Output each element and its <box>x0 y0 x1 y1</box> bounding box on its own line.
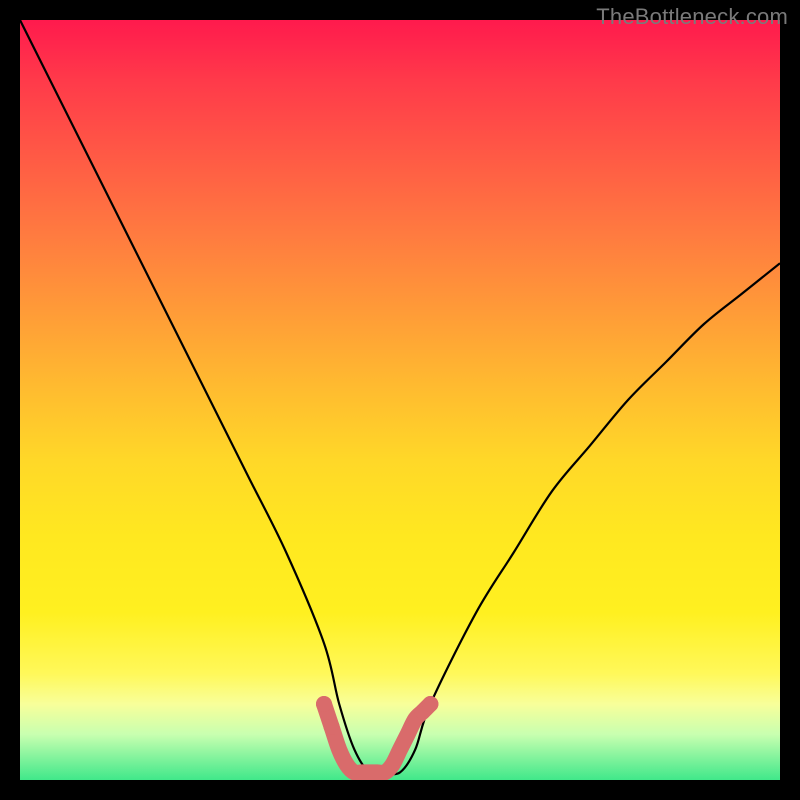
emphasis-dot <box>316 696 332 712</box>
watermark-text: TheBottleneck.com <box>596 4 788 30</box>
chart-frame: TheBottleneck.com <box>0 0 800 800</box>
bottleneck-curve-path <box>20 20 780 774</box>
emphasis-dot <box>324 719 340 735</box>
chart-plot-area <box>20 20 780 780</box>
emphasis-stroke <box>324 704 430 773</box>
emphasis-dot <box>422 696 438 712</box>
chart-svg <box>20 20 780 780</box>
